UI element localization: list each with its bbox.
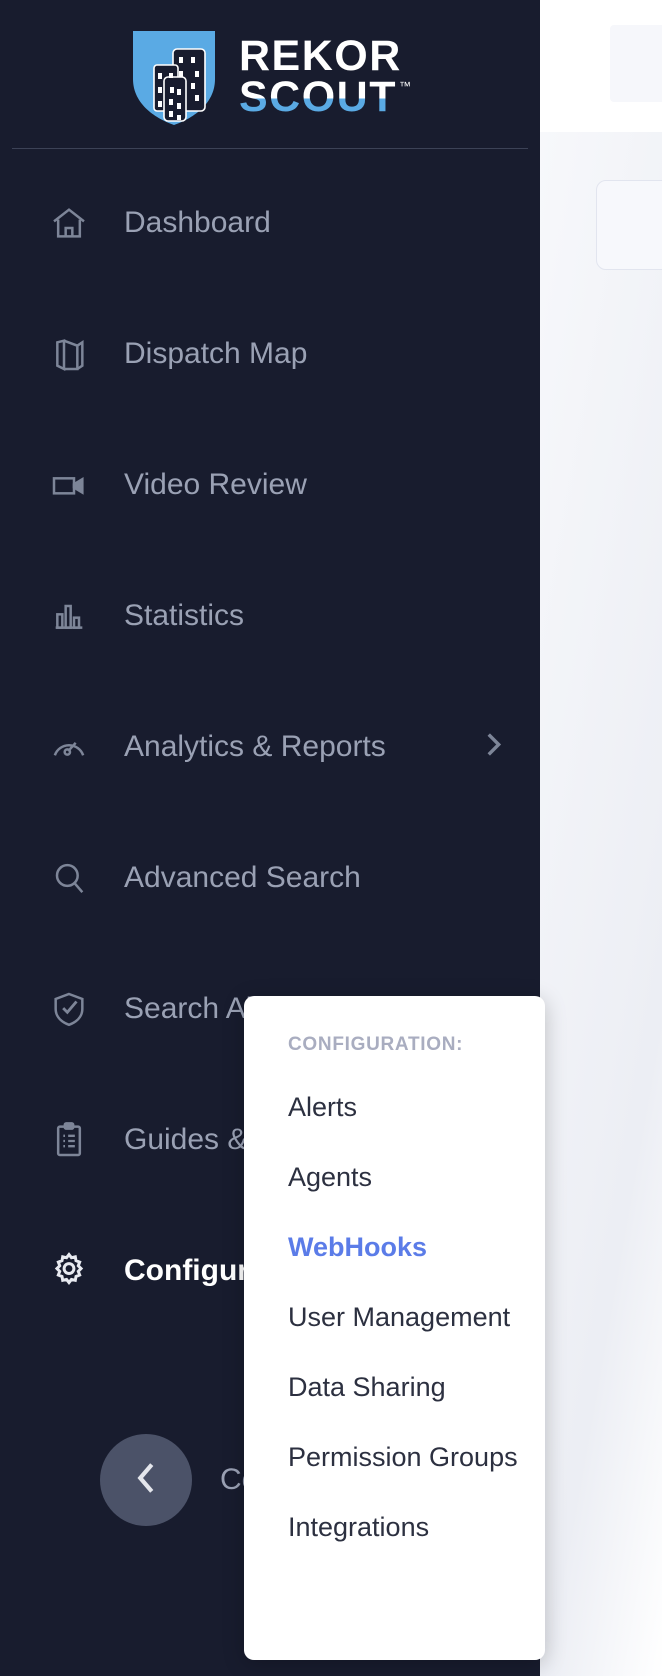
- video-camera-icon: [48, 464, 90, 506]
- sidebar-item-label: Video Review: [124, 468, 307, 502]
- popup-item-data-sharing[interactable]: Data Sharing: [288, 1372, 545, 1403]
- app-root: REKOR SCOUT ™ Dashboard: [0, 0, 662, 1676]
- popup-item-webhooks[interactable]: WebHooks: [288, 1232, 545, 1263]
- home-icon: [48, 202, 90, 244]
- chevron-right-icon[interactable]: [476, 728, 510, 767]
- sidebar-item-label: Analytics & Reports: [124, 730, 386, 764]
- clipboard-list-icon: [48, 1119, 90, 1161]
- bar-chart-icon: [48, 595, 90, 637]
- content-panel-top: [610, 25, 662, 102]
- sidebar-item-label: Dispatch Map: [124, 337, 307, 371]
- sidebar-item-dashboard[interactable]: Dashboard: [0, 193, 540, 253]
- sidebar-item-video-review[interactable]: Video Review: [0, 455, 540, 515]
- sidebar-item-statistics[interactable]: Statistics: [0, 586, 540, 646]
- sidebar-item-analytics-reports[interactable]: Analytics & Reports: [0, 717, 540, 777]
- popup-item-integrations[interactable]: Integrations: [288, 1512, 545, 1543]
- sidebar-item-label: Dashboard: [124, 206, 271, 240]
- trademark-symbol: ™: [399, 81, 411, 92]
- content-background: [540, 132, 662, 1676]
- shield-check-icon: [48, 988, 90, 1030]
- popup-item-agents[interactable]: Agents: [288, 1162, 545, 1193]
- map-icon: [48, 333, 90, 375]
- popup-item-user-management[interactable]: User Management: [288, 1302, 545, 1333]
- brand-name-line2: SCOUT: [239, 77, 397, 118]
- popup-item-permission-groups[interactable]: Permission Groups: [288, 1442, 545, 1473]
- sidebar-item-label: Statistics: [124, 599, 244, 633]
- brand-logo[interactable]: REKOR SCOUT ™: [0, 0, 540, 148]
- sidebar-item-dispatch-map[interactable]: Dispatch Map: [0, 324, 540, 384]
- shield-buildings-icon: [129, 27, 219, 127]
- gear-icon: [48, 1250, 90, 1292]
- collapse-button[interactable]: [100, 1434, 192, 1526]
- content-card: [596, 180, 662, 270]
- chevron-left-icon: [123, 1455, 169, 1506]
- configuration-submenu-popup: CONFIGURATION: Alerts Agents WebHooks Us…: [244, 996, 545, 1660]
- search-icon: [48, 857, 90, 899]
- main-content-area: [540, 0, 662, 1676]
- popup-section-header: CONFIGURATION:: [288, 1034, 545, 1056]
- brand-name-line1: REKOR: [239, 36, 411, 77]
- gauge-icon: [48, 726, 90, 768]
- popup-item-alerts[interactable]: Alerts: [288, 1092, 545, 1123]
- sidebar-item-advanced-search[interactable]: Advanced Search: [0, 848, 540, 908]
- sidebar-item-label: Advanced Search: [124, 861, 361, 895]
